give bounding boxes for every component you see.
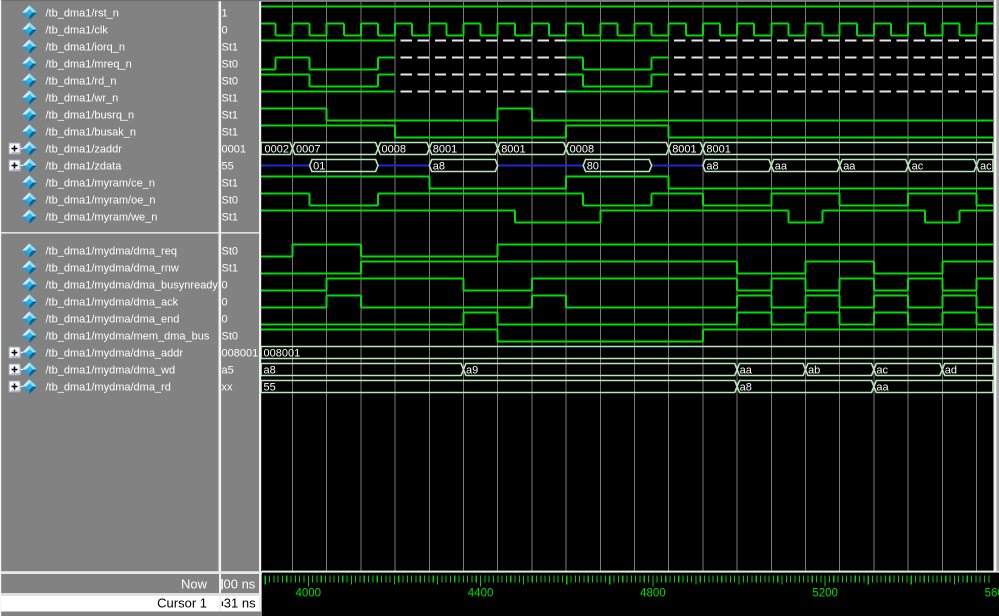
svg-text:01: 01 [313,161,325,173]
svg-text:/tb_dma1/mydma/dma_busynready: /tb_dma1/mydma/dma_busynready [46,280,219,292]
svg-text:/tb_dma1/mydma/dma_ack: /tb_dma1/mydma/dma_ack [46,297,179,309]
svg-text:aa: aa [775,161,788,173]
svg-text:ac: ac [980,161,992,173]
svg-text:/tb_dma1/myram/ce_n: /tb_dma1/myram/ce_n [46,178,155,190]
svg-text:a8: a8 [433,161,445,173]
svg-text:0: 0 [222,25,228,37]
svg-text:1: 1 [222,8,228,20]
svg-text:Now: Now [181,577,208,592]
svg-text:/tb_dma1/mreq_n: /tb_dma1/mreq_n [46,59,132,71]
svg-text:0002: 0002 [265,144,289,156]
svg-text:aa: aa [876,382,889,394]
svg-text:ac: ac [912,161,924,173]
svg-text:80: 80 [587,161,599,173]
svg-text:/tb_dma1/busrq_n: /tb_dma1/busrq_n [46,110,135,122]
svg-text:St1: St1 [222,110,239,122]
svg-text:55: 55 [222,161,234,173]
svg-text:5200: 5200 [812,588,838,600]
svg-text:St1: St1 [222,178,239,190]
svg-text:St0: St0 [222,331,239,343]
svg-text:/tb_dma1/mydma/dma_wd: /tb_dma1/mydma/dma_wd [46,365,176,377]
svg-text:a8: a8 [264,365,276,377]
svg-text:0001: 0001 [222,144,246,156]
svg-text:St1: St1 [222,263,239,275]
svg-text:/tb_dma1/rd_n: /tb_dma1/rd_n [46,76,117,88]
svg-text:8001: 8001 [672,144,696,156]
svg-text:4800: 4800 [640,588,666,600]
svg-text:55: 55 [264,382,276,394]
svg-text:/tb_dma1/mydma/dma_rnw: /tb_dma1/mydma/dma_rnw [46,263,179,275]
svg-text:0: 0 [222,297,228,309]
svg-text:a9: a9 [466,365,478,377]
svg-text:/tb_dma1/mydma/dma_end: /tb_dma1/mydma/dma_end [46,314,180,326]
svg-text:/tb_dma1/myram/we_n: /tb_dma1/myram/we_n [46,212,158,224]
svg-text:31 ns: 31 ns [224,596,256,611]
svg-text:St0: St0 [222,246,239,258]
svg-text:/tb_dma1/wr_n: /tb_dma1/wr_n [46,93,119,105]
svg-text:St1: St1 [222,93,239,105]
svg-text:St1: St1 [222,212,239,224]
svg-text:008001: 008001 [222,348,259,360]
svg-text:5600: 5600 [985,588,999,600]
svg-text:4000: 4000 [296,588,322,600]
svg-text:8001: 8001 [501,144,525,156]
svg-text:8001: 8001 [706,144,730,156]
svg-text:/tb_dma1/rst_n: /tb_dma1/rst_n [46,8,119,20]
svg-text:St1: St1 [222,42,239,54]
svg-text:Cursor 1: Cursor 1 [157,596,207,611]
svg-text:aa: aa [843,161,856,173]
svg-text:0007: 0007 [296,144,320,156]
svg-text:ac: ac [876,365,888,377]
svg-text:00 ns: 00 ns [224,577,256,592]
svg-text:0008: 0008 [382,144,406,156]
svg-text:/tb_dma1/iorq_n: /tb_dma1/iorq_n [46,42,126,54]
svg-text:/tb_dma1/zdata: /tb_dma1/zdata [46,161,123,173]
svg-text:/tb_dma1/clk: /tb_dma1/clk [46,25,109,37]
svg-text:/tb_dma1/mydma/dma_addr: /tb_dma1/mydma/dma_addr [46,348,184,360]
svg-text:a8: a8 [706,161,718,173]
svg-text:St0: St0 [222,76,239,88]
svg-text:4400: 4400 [468,588,494,600]
svg-text:ad: ad [945,365,957,377]
svg-text:St1: St1 [222,127,239,139]
svg-text:008001: 008001 [264,348,301,360]
svg-text:aa: aa [740,365,753,377]
svg-text:0: 0 [222,314,228,326]
svg-text:/tb_dma1/mydma/dma_req: /tb_dma1/mydma/dma_req [46,246,177,258]
svg-text:/tb_dma1/busak_n: /tb_dma1/busak_n [46,127,137,139]
svg-text:/tb_dma1/myram/oe_n: /tb_dma1/myram/oe_n [46,195,156,207]
svg-text:a8: a8 [740,382,752,394]
svg-text:0: 0 [222,280,228,292]
svg-text:/tb_dma1/zaddr: /tb_dma1/zaddr [46,144,123,156]
svg-text:a5: a5 [222,365,234,377]
svg-text:0008: 0008 [570,144,594,156]
svg-text:St0: St0 [222,59,239,71]
svg-text:8001: 8001 [433,144,457,156]
svg-text:St0: St0 [222,195,239,207]
svg-text:/tb_dma1/mydma/mem_dma_bus: /tb_dma1/mydma/mem_dma_bus [46,331,210,343]
svg-text:/tb_dma1/mydma/dma_rd: /tb_dma1/mydma/dma_rd [46,382,171,394]
svg-text:xx: xx [222,382,234,394]
svg-text:ab: ab [808,365,820,377]
